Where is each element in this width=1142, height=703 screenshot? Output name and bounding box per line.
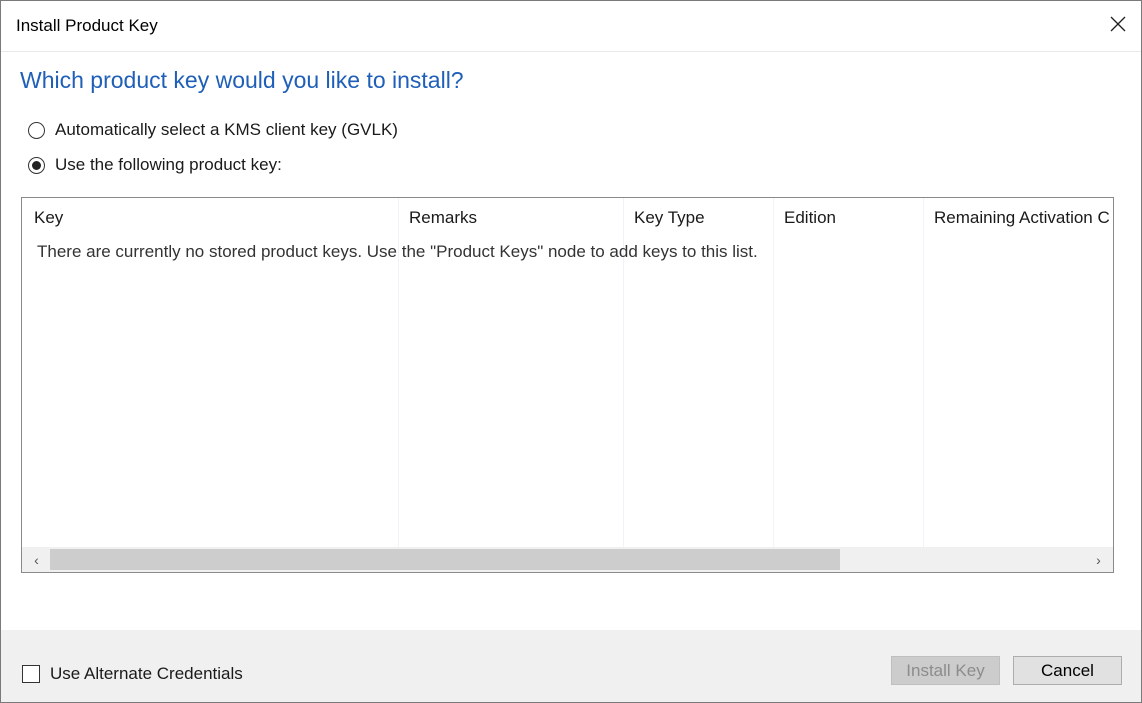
scroll-right-icon[interactable]: › [1086,547,1111,572]
column-header-key-type[interactable]: Key Type [634,198,774,238]
title-bar: Install Product Key [1,1,1141,51]
page-heading: Which product key would you like to inst… [20,67,464,93]
window-title: Install Product Key [16,16,158,35]
horizontal-scrollbar[interactable]: ‹ › [22,547,1113,572]
column-header-key[interactable]: Key [34,198,394,238]
install-product-key-dialog: Install Product Key Which product key wo… [0,0,1142,703]
cancel-button[interactable]: Cancel [1013,656,1122,685]
close-button[interactable] [1095,1,1141,51]
close-icon [1110,16,1126,37]
column-header-remarks[interactable]: Remarks [409,198,619,238]
scrollbar-thumb[interactable] [50,549,840,570]
install-key-button[interactable]: Install Key [891,656,1000,685]
product-key-list[interactable]: Key Remarks Key Type Edition Remaining A… [21,197,1114,573]
radio-use-following-label: Use the following product key: [55,155,282,174]
alternate-credentials-checkbox-row[interactable]: Use Alternate Credentials [22,664,243,684]
alternate-credentials-label: Use Alternate Credentials [50,664,243,683]
scroll-left-icon[interactable]: ‹ [24,547,49,572]
radio-auto-kms-label: Automatically select a KMS client key (G… [55,120,398,139]
empty-list-message: There are currently no stored product ke… [37,242,758,261]
column-separator [923,198,924,548]
column-header-edition[interactable]: Edition [784,198,924,238]
column-header-remaining-activation[interactable]: Remaining Activation C [934,198,1113,238]
title-divider [1,51,1141,52]
alternate-credentials-checkbox[interactable] [22,665,40,683]
radio-use-following-key[interactable]: Use the following product key: [28,155,282,175]
radio-auto-kms[interactable]: Automatically select a KMS client key (G… [28,120,398,140]
radio-circle[interactable] [28,121,45,139]
radio-circle-selected[interactable] [28,156,45,174]
column-separator [773,198,774,548]
dialog-footer: Use Alternate Credentials Install Key Ca… [1,630,1141,702]
